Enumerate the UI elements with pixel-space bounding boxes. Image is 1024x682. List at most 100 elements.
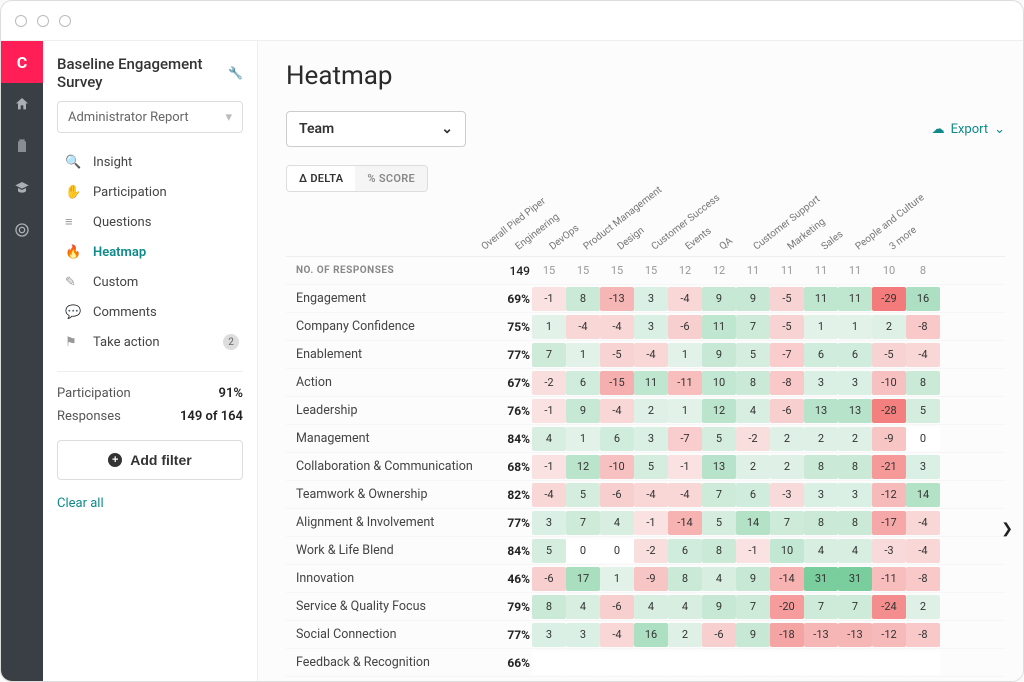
heatmap-cell[interactable]: -7 [668, 427, 702, 451]
heatmap-cell[interactable]: -4 [566, 315, 600, 339]
heatmap-cell[interactable]: 7 [838, 595, 872, 619]
heatmap-cell[interactable]: 7 [804, 595, 838, 619]
heatmap-cell[interactable]: 5 [702, 427, 736, 451]
scroll-right-button[interactable]: ❯ [1001, 521, 1013, 537]
heatmap-cell[interactable]: 7 [736, 315, 770, 339]
score-toggle[interactable]: % SCORE [355, 166, 427, 191]
heatmap-cell[interactable]: 12 [566, 455, 600, 479]
heatmap-cell[interactable] [634, 651, 668, 675]
heatmap-cell[interactable]: -7 [770, 343, 804, 367]
heatmap-cell[interactable]: 13 [838, 399, 872, 423]
heatmap-cell[interactable]: 9 [736, 567, 770, 591]
heatmap-cell[interactable]: -29 [872, 287, 906, 311]
heatmap-cell[interactable]: -5 [600, 343, 634, 367]
heatmap-cell[interactable]: -4 [906, 539, 940, 563]
heatmap-cell[interactable]: -13 [804, 623, 838, 647]
row-label[interactable]: Enablement [286, 347, 494, 362]
sidebar-item-comments[interactable]: 💬Comments [57, 297, 243, 327]
heatmap-cell[interactable]: 4 [600, 511, 634, 535]
heatmap-cell[interactable]: -14 [668, 511, 702, 535]
report-dropdown[interactable]: Administrator Report ▾ [57, 101, 243, 133]
heatmap-cell[interactable]: 1 [600, 567, 634, 591]
heatmap-cell[interactable]: 13 [702, 455, 736, 479]
heatmap-cell[interactable]: 8 [702, 539, 736, 563]
heatmap-cell[interactable]: 3 [532, 511, 566, 535]
heatmap-cell[interactable]: -1 [736, 539, 770, 563]
heatmap-cell[interactable]: 9 [702, 595, 736, 619]
heatmap-cell[interactable]: 6 [668, 539, 702, 563]
heatmap-cell[interactable]: 11 [804, 287, 838, 311]
heatmap-cell[interactable]: 6 [838, 343, 872, 367]
sidebar-item-heatmap[interactable]: 🔥Heatmap [57, 237, 243, 267]
heatmap-cell[interactable]: 14 [906, 483, 940, 507]
heatmap-cell[interactable]: 3 [804, 371, 838, 395]
heatmap-cell[interactable]: 1 [566, 427, 600, 451]
heatmap-cell[interactable]: 7 [532, 343, 566, 367]
heatmap-cell[interactable]: -11 [668, 371, 702, 395]
heatmap-cell[interactable]: 10 [770, 539, 804, 563]
heatmap-cell[interactable] [566, 651, 600, 675]
heatmap-cell[interactable]: 8 [838, 511, 872, 535]
row-label[interactable]: Feedback & Recognition [286, 655, 494, 670]
export-button[interactable]: ☁ Export ⌄ [932, 122, 1005, 137]
heatmap-cell[interactable]: -11 [872, 567, 906, 591]
heatmap-cell[interactable]: 11 [838, 287, 872, 311]
heatmap-cell[interactable]: -6 [770, 399, 804, 423]
heatmap-cell[interactable]: -4 [600, 399, 634, 423]
heatmap-cell[interactable]: 1 [566, 343, 600, 367]
heatmap-cell[interactable] [838, 651, 872, 675]
heatmap-cell[interactable]: 7 [566, 511, 600, 535]
heatmap-cell[interactable]: 3 [566, 623, 600, 647]
heatmap-cell[interactable]: 0 [566, 539, 600, 563]
heatmap-cell[interactable]: -1 [532, 399, 566, 423]
heatmap-cell[interactable]: 16 [634, 623, 668, 647]
heatmap-cell[interactable]: 9 [702, 287, 736, 311]
heatmap-cell[interactable]: 6 [566, 371, 600, 395]
row-label[interactable]: Social Connection [286, 627, 494, 642]
heatmap-cell[interactable]: -15 [600, 371, 634, 395]
heatmap-cell[interactable]: 17 [566, 567, 600, 591]
heatmap-cell[interactable]: -2 [634, 539, 668, 563]
heatmap-cell[interactable]: -28 [872, 399, 906, 423]
heatmap-cell[interactable]: -2 [532, 371, 566, 395]
heatmap-cell[interactable]: -4 [634, 483, 668, 507]
heatmap-cell[interactable]: 5 [906, 399, 940, 423]
heatmap-cell[interactable]: 4 [668, 595, 702, 619]
heatmap-cell[interactable] [804, 651, 838, 675]
heatmap-cell[interactable]: 9 [702, 343, 736, 367]
heatmap-cell[interactable]: -4 [906, 511, 940, 535]
heatmap-cell[interactable]: -4 [634, 343, 668, 367]
heatmap-cell[interactable]: 1 [668, 399, 702, 423]
clear-all-link[interactable]: Clear all [57, 496, 243, 511]
row-label[interactable]: Leadership [286, 403, 494, 418]
heatmap-cell[interactable]: 3 [634, 427, 668, 451]
heatmap-cell[interactable] [736, 651, 770, 675]
heatmap-cell[interactable]: 5 [532, 539, 566, 563]
heatmap-cell[interactable]: 10 [702, 371, 736, 395]
sidebar-item-participation[interactable]: ✋Participation [57, 177, 243, 207]
heatmap-cell[interactable]: 6 [600, 427, 634, 451]
heatmap-cell[interactable]: -17 [872, 511, 906, 535]
heatmap-cell[interactable]: 8 [906, 371, 940, 395]
add-filter-button[interactable]: + Add filter [57, 440, 243, 480]
heatmap-cell[interactable]: -8 [770, 371, 804, 395]
heatmap-cell[interactable]: -24 [872, 595, 906, 619]
heatmap-cell[interactable]: 2 [872, 315, 906, 339]
heatmap-cell[interactable] [906, 651, 940, 675]
heatmap-cell[interactable]: 5 [566, 483, 600, 507]
heatmap-cell[interactable]: 2 [668, 623, 702, 647]
heatmap-cell[interactable]: -5 [770, 315, 804, 339]
heatmap-cell[interactable]: -18 [770, 623, 804, 647]
heatmap-cell[interactable]: -9 [634, 567, 668, 591]
heatmap-cell[interactable]: -5 [872, 343, 906, 367]
heatmap-cell[interactable]: -12 [872, 483, 906, 507]
heatmap-cell[interactable]: 8 [668, 567, 702, 591]
heatmap-cell[interactable]: 8 [804, 511, 838, 535]
heatmap-cell[interactable]: 12 [702, 399, 736, 423]
heatmap-cell[interactable]: -4 [906, 343, 940, 367]
heatmap-cell[interactable]: -5 [770, 287, 804, 311]
heatmap-cell[interactable]: -4 [668, 483, 702, 507]
heatmap-cell[interactable]: -10 [872, 371, 906, 395]
heatmap-cell[interactable]: 2 [736, 455, 770, 479]
row-label[interactable]: Management [286, 431, 494, 446]
